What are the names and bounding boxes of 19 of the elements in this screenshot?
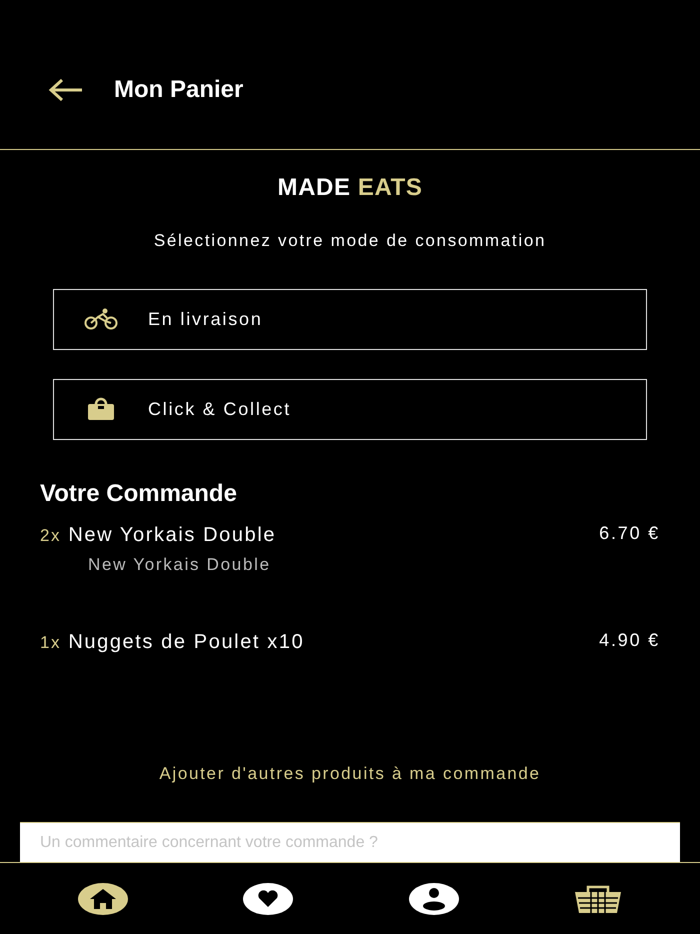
mode-option[interactable]: Click & Collect — [53, 378, 647, 440]
order-item-detail: New Yorkais Double — [88, 554, 272, 576]
back-arrow-icon[interactable] — [48, 78, 84, 102]
order-item-name: 1x Nuggets de Poulet x10 — [40, 630, 304, 655]
order-item-name: 2x New Yorkais Double — [40, 522, 276, 548]
user-icon[interactable] — [408, 882, 459, 914]
brand-logo: MADE EATS — [278, 173, 422, 203]
page-title: Mon Panier — [114, 74, 244, 104]
bag-icon — [87, 397, 115, 421]
home-icon[interactable] — [78, 882, 128, 914]
basket-icon[interactable] — [574, 884, 622, 914]
order-heading: Votre Commande — [40, 478, 238, 508]
order-item-price: 6.70 € — [599, 522, 660, 544]
bicycle-icon — [83, 308, 119, 330]
mode-option[interactable]: En livraison — [53, 288, 647, 350]
comment-field[interactable]: Un commentaire concernant votre commande ? — [20, 822, 680, 862]
order-item-price: 4.90 € — [599, 629, 660, 652]
mode-prompt: Sélectionnez votre mode de consommation — [152, 230, 548, 252]
add-products-link[interactable]: Ajouter d'autres produits à ma commande — [159, 760, 541, 786]
